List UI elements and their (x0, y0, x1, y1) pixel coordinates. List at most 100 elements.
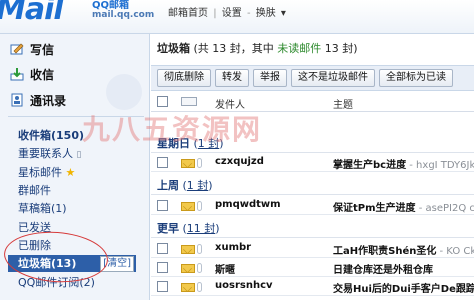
row-sender: czxqujzd (215, 156, 264, 167)
logo-domain: mail.qq.com (92, 10, 155, 20)
table-row[interactable]: pmqwdtwm 保证tPm生产进度 - asePI2Q c (151, 196, 474, 215)
attachment-icon (197, 282, 202, 292)
report-button[interactable]: 举报 (253, 69, 287, 87)
not-spam-button[interactable]: 这不是垃圾邮件 (291, 69, 375, 87)
unread-envelope-icon (181, 264, 195, 273)
group-count-pre: ( (190, 137, 198, 150)
row-checkbox[interactable] (157, 243, 168, 254)
sidebar-item-inbox[interactable]: 收件箱(150) (18, 127, 84, 143)
pencil-icon (10, 42, 24, 56)
unread-envelope-icon (181, 202, 195, 211)
forward-button[interactable]: 转发 (215, 69, 249, 87)
group-count-pre: ( (179, 179, 187, 192)
group-count-link[interactable]: 11 封 (187, 222, 216, 235)
unread-link[interactable]: 未读邮件 (277, 42, 321, 55)
unread-envelope-icon (181, 159, 195, 168)
table-row[interactable]: 斯暱 日建仓库还是外租仓库 (151, 258, 474, 277)
group-label: 更早 (157, 222, 179, 235)
table-row[interactable]: czxqujzd 掌握生产bc进度 - hxgI TDY6Jk (151, 153, 474, 172)
qq-mail-window: Mail QQ邮箱 mail.qq.com 邮箱首页 | 设置 - 换肤 ▾ 写… (0, 0, 474, 300)
unread-envelope-icon (181, 245, 195, 254)
mark-all-read-button[interactable]: 全部标为已读 (379, 69, 453, 87)
group-label: 上周 (157, 179, 179, 192)
main-panel: 垃圾箱 (共 13 封，其中 未读邮件 13 封) 彻底删除 转发 举报 这不是… (151, 34, 474, 300)
row-sender: pmqwdtwm (215, 199, 281, 210)
envelope-icon (181, 97, 197, 106)
logo[interactable]: Mail (0, 0, 64, 27)
subject-column-header[interactable]: 主题 (333, 96, 353, 111)
sidebar-item-important[interactable]: 重要联系人 ▯ (18, 145, 81, 161)
address-book-icon (10, 93, 24, 107)
nav-home-link[interactable]: 邮箱首页 (168, 8, 208, 19)
row-checkbox[interactable] (157, 281, 168, 292)
page-title: 垃圾箱 (157, 42, 190, 55)
table-row[interactable]: uosrsnhcv 交易Hui后的Dui手客户De跟踪 (151, 277, 474, 296)
write-button[interactable]: 写信 (10, 38, 142, 60)
row-checkbox[interactable] (157, 200, 168, 211)
group-header-sunday: 星期日 (1 封) (151, 135, 474, 153)
group-header-last-week: 上周 (1 封) (151, 177, 474, 195)
sender-column-header[interactable]: 发件人 (215, 96, 245, 111)
attachment-icon (197, 201, 202, 211)
nav-settings-link[interactable]: 设置 (222, 8, 242, 19)
table-row[interactable]: xumbr 工aH作职责Shén圣化 - KO Ck (151, 239, 474, 258)
group-count-post: ) (219, 137, 224, 150)
sidebar-item-draft[interactable]: 草稿箱(1) (18, 200, 67, 216)
sidebar-divider (8, 116, 144, 117)
row-subject-text: 掌握生产bc进度 (333, 160, 407, 171)
row-checkbox[interactable] (157, 157, 168, 168)
star-icon: ★ (65, 166, 76, 179)
write-label: 写信 (30, 42, 55, 57)
sidebar-item-starred[interactable]: 星标邮件 ★ (18, 164, 75, 180)
important-label: 重要联系人 (18, 147, 73, 160)
row-subject-text: 保证tPm生产进度 (333, 203, 416, 214)
contact-card-icon: ▯ (76, 150, 82, 160)
row-preview: - asePI2Q c (415, 203, 474, 214)
toolbar: 彻底删除 转发 举报 这不是垃圾邮件 全部标为已读 (151, 65, 474, 91)
group-count-link[interactable]: 1 封 (198, 137, 220, 150)
row-sender: uosrsnhcv (215, 280, 273, 291)
receive-button[interactable]: 收信 (10, 63, 142, 85)
delete-permanently-button[interactable]: 彻底删除 (157, 69, 211, 87)
unread-envelope-icon (181, 283, 195, 292)
title-count-post: 13 封) (321, 42, 358, 55)
group-count-link[interactable]: 1 封 (187, 179, 209, 192)
row-sender: 斯暱 (215, 265, 235, 276)
nav-separator: | (213, 8, 217, 19)
contacts-button[interactable]: 通讯录 (10, 89, 142, 111)
row-subject-text: 交易Hui后的Dui手客户De跟踪 (333, 284, 474, 295)
attachment-icon (197, 263, 202, 273)
header: Mail QQ邮箱 mail.qq.com 邮箱首页 | 设置 - 换肤 ▾ (0, 0, 474, 34)
row-preview: - KO Ck (436, 246, 474, 257)
sidebar-item-group[interactable]: 群邮件 (18, 182, 51, 198)
sidebar: 写信 收信 通讯录 收件箱(150) 重要联系人 ▯ 星标邮件 ★ 群邮件 草稿… (0, 34, 150, 300)
title-count-pre: (共 13 封，其中 (190, 42, 278, 55)
group-count-post: ) (208, 179, 213, 192)
chevron-down-icon: ▾ (280, 8, 286, 19)
receive-label: 收信 (30, 67, 55, 82)
row-subject: 保证tPm生产进度 - asePI2Q c (333, 199, 474, 214)
row-subject: 工aH作职责Shén圣化 - KO Ck (333, 242, 474, 257)
attachment-icon (197, 244, 202, 254)
row-subject: 日建仓库还是外租仓库 (333, 261, 433, 276)
row-preview: - hxgI TDY6Jk (406, 160, 474, 171)
inbox-down-icon (10, 67, 24, 81)
starred-label: 星标邮件 (18, 166, 62, 179)
folder-title: 垃圾箱 (共 13 封，其中 未读邮件 13 封) (157, 40, 358, 56)
select-all-checkbox[interactable] (157, 96, 168, 107)
group-count-pre: ( (179, 222, 187, 235)
group-count[interactable]: 11 封 (187, 222, 216, 235)
nav-separator: - (246, 8, 251, 19)
group-header-earlier: 更早 (11 封) (151, 220, 474, 238)
group-label: 星期日 (157, 137, 190, 150)
attachment-icon (197, 158, 202, 168)
group-count[interactable]: 1 封 (198, 137, 220, 150)
nav-skin-link[interactable]: 换肤 (256, 8, 276, 19)
row-subject: 交易Hui后的Dui手客户De跟踪 (333, 280, 474, 295)
column-header: 发件人 主题 (151, 92, 474, 112)
row-subject: 掌握生产bc进度 - hxgI TDY6Jk (333, 156, 474, 171)
group-count[interactable]: 1 封 (187, 179, 209, 192)
group-count-post: ) (215, 222, 220, 235)
row-checkbox[interactable] (157, 262, 168, 273)
top-nav: 邮箱首页 | 设置 - 换肤 ▾ (168, 4, 288, 19)
